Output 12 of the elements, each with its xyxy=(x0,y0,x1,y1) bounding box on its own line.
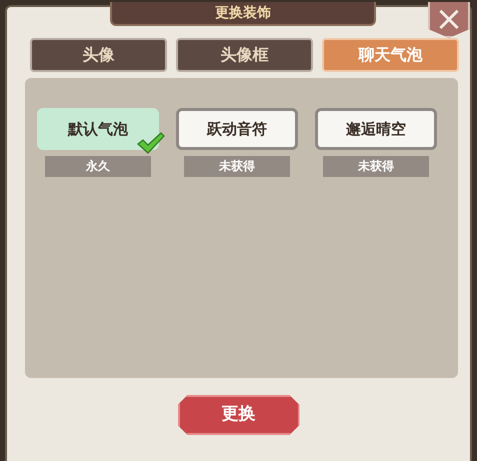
status-label: 永久 xyxy=(45,156,151,177)
status-label: 未获得 xyxy=(184,156,290,177)
chat-bubble-option[interactable]: 默认气泡 xyxy=(37,108,159,150)
tab[interactable]: 头像框 xyxy=(176,38,313,72)
chat-bubble-option[interactable]: 邂逅晴空 xyxy=(315,108,437,150)
chat-bubble-option[interactable]: 跃动音符 xyxy=(176,108,298,150)
tab[interactable]: 头像 xyxy=(30,38,167,72)
dialog-title: 更换装饰 xyxy=(110,2,376,26)
checkmark-icon xyxy=(137,132,165,154)
change-button[interactable]: 更换 xyxy=(178,395,300,435)
close-button[interactable]: × xyxy=(428,2,470,38)
status-label: 未获得 xyxy=(323,156,429,177)
